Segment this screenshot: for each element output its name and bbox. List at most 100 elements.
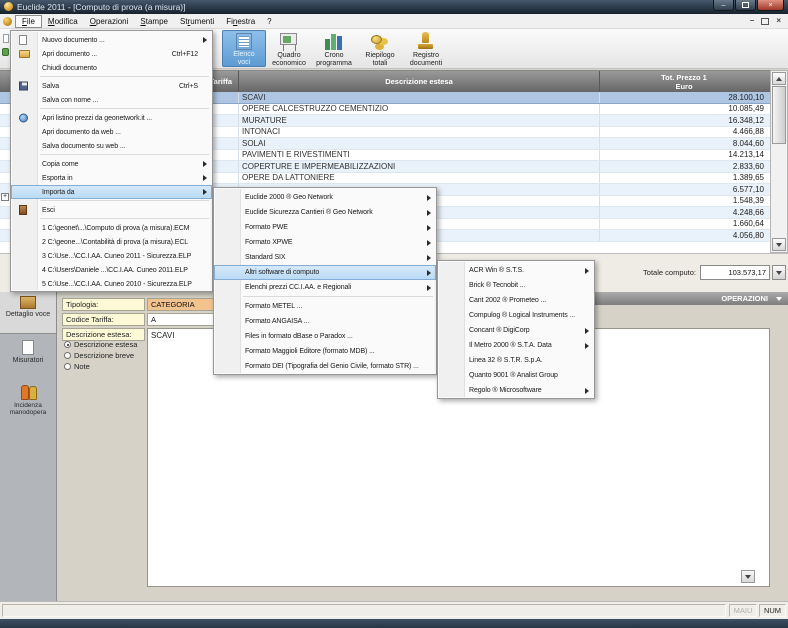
- mdi-minimize-icon[interactable]: –: [750, 16, 754, 26]
- menu-item-apri-documento-web[interactable]: Apri documento da web ...: [11, 125, 212, 139]
- menu-item-recent-file-5[interactable]: 5 C:\Use...\CC.I.AA. Cuneo 2010 - Sicure…: [11, 277, 212, 291]
- menu-separator: [40, 76, 209, 77]
- menu-item-brick[interactable]: Brick ® Tecnobit ...: [438, 278, 594, 293]
- menu-item-regolo[interactable]: Regolo ® Microsoftware: [438, 383, 594, 398]
- status-num-indicator: NUM: [759, 604, 786, 617]
- submenu-arrow-icon: [427, 195, 431, 201]
- menu-item-label: 2 C:\geone...\Contabilità di prova (a mi…: [42, 239, 188, 246]
- menu-separator: [40, 108, 209, 109]
- menu-item-il-metro-2000[interactable]: Il Metro 2000 ® S.T.A. Data: [438, 338, 594, 353]
- menubar-finestra[interactable]: Finestra: [220, 15, 261, 28]
- mdi-restore-icon[interactable]: [761, 18, 769, 25]
- sidebar-item-incidenza-manodopera[interactable]: Incidenza manodopera: [0, 384, 56, 416]
- sidebar-item-dettaglio-voce[interactable]: Dettaglio voce: [0, 292, 56, 334]
- menu-item-concant[interactable]: Concant ® DigiCorp: [438, 323, 594, 338]
- menu-item-nuovo-documento[interactable]: Nuovo documento ...: [11, 33, 212, 47]
- menu-item-formato-dei[interactable]: Formato DEI (Tipografia del Genio Civile…: [214, 359, 436, 374]
- menu-item-euclide-2000[interactable]: Euclide 2000 ® Geo Network: [214, 190, 436, 205]
- menu-item-formato-pwe[interactable]: Formato PWE: [214, 220, 436, 235]
- column-header-descrizione[interactable]: Descrizione estesa: [239, 71, 600, 92]
- menu-item-altri-software-di-computo[interactable]: Altri software di computo: [214, 265, 436, 280]
- menubar-help[interactable]: ?: [261, 15, 277, 28]
- menu-item-euclide-sicurezza-cantieri[interactable]: Euclide Sicurezza Cantieri ® Geo Network: [214, 205, 436, 220]
- totale-computo-label: Totale computo:: [643, 268, 696, 277]
- menu-item-salva-con-nome[interactable]: Salva con nome ...: [11, 93, 212, 107]
- menu-item-importa-da[interactable]: Importa da: [11, 185, 212, 199]
- save-disk-icon: [19, 82, 28, 91]
- tipologia-label: Tipologia:: [62, 298, 145, 311]
- menu-item-label: Salva con nome ...: [42, 97, 98, 104]
- close-button[interactable]: ×: [757, 0, 784, 11]
- menu-item-recent-file-3[interactable]: 3 C:\Use...\CC.I.AA. Cuneo 2011 - Sicure…: [11, 249, 212, 263]
- scroll-down-button[interactable]: [772, 238, 786, 251]
- tree-expander-icon[interactable]: [1, 193, 9, 201]
- minimize-button[interactable]: –: [713, 0, 734, 11]
- menu-item-acr-win[interactable]: ACR Win ® S.T.S.: [438, 263, 594, 278]
- menubar-stampe[interactable]: Stampe: [134, 15, 174, 28]
- mdi-close-icon[interactable]: ×: [776, 16, 781, 26]
- toolbar-riepilogo-totali[interactable]: Riepilogo totali: [358, 30, 402, 67]
- menu-item-chiudi-documento[interactable]: Chiudi documento: [11, 61, 212, 75]
- column-header-line: Tot. Prezzo 1: [661, 73, 707, 82]
- menubar-file[interactable]: File: [15, 15, 42, 28]
- menu-item-apri-listino-geonetwork[interactable]: Apri listino prezzi da geonetwork.it ...: [11, 111, 212, 125]
- menu-shortcut: Ctrl+F12: [166, 51, 198, 58]
- scroll-up-button[interactable]: [772, 72, 786, 85]
- menu-item-formato-metel[interactable]: Formato METEL ...: [214, 299, 436, 314]
- toolbar-label: economico: [272, 60, 306, 67]
- textarea-scroll-down-button[interactable]: [741, 570, 755, 583]
- menu-item-esporta-in[interactable]: Esporta in: [11, 171, 212, 185]
- mdi-child-controls: – ×: [750, 16, 781, 26]
- toolbar-label: documenti: [410, 60, 442, 67]
- toolbar-registro-documenti[interactable]: Registro documenti: [404, 30, 448, 67]
- menu-item-formato-maggioli[interactable]: Formato Maggioli Editore (formato MDB) .…: [214, 344, 436, 359]
- easel-chart-icon: [277, 32, 301, 51]
- maximize-button[interactable]: [735, 0, 756, 11]
- toolbar-crono-programma[interactable]: Crono programma: [312, 30, 356, 67]
- menubar-modifica[interactable]: Modifica: [42, 15, 84, 28]
- menubar-strumenti[interactable]: Strumenti: [174, 15, 220, 28]
- menu-item-formato-angaisa[interactable]: Formato ANGAISA ...: [214, 314, 436, 329]
- menu-item-cant-2002[interactable]: Cant 2002 ® Prometeo ...: [438, 293, 594, 308]
- menu-item-recent-file-2[interactable]: 2 C:\geone...\Contabilità di prova (a mi…: [11, 235, 212, 249]
- menu-item-recent-file-1[interactable]: 1 C:\geonet\...\Computo di prova (a misu…: [11, 221, 212, 235]
- menu-item-quanto-9001[interactable]: Quanto 9001 ® Analist Group: [438, 368, 594, 383]
- menu-item-label: Standard SIX: [245, 254, 285, 261]
- table-scrollbar[interactable]: [770, 70, 788, 253]
- menu-item-elenchi-prezzi[interactable]: Elenchi prezzi CC.I.AA. e Regionali: [214, 280, 436, 295]
- menu-item-esci[interactable]: Esci: [11, 203, 212, 217]
- arrow-down-icon: [776, 243, 782, 247]
- radio-note[interactable]: Note: [64, 362, 90, 371]
- menu-item-files-dbase-paradox[interactable]: Files in formato dBase o Paradox ...: [214, 329, 436, 344]
- radio-descrizione-estesa[interactable]: Descrizione estesa: [64, 340, 137, 349]
- column-header-totale[interactable]: Tot. Prezzo 1 Euro: [600, 71, 768, 92]
- menu-item-apri-documento[interactable]: Apri documento ...Ctrl+F12: [11, 47, 212, 61]
- sidebar-item-misuratori[interactable]: Misuratori: [0, 340, 56, 364]
- menu-item-copia-come[interactable]: Copia come: [11, 157, 212, 171]
- menu-item-formato-xpwe[interactable]: Formato XPWE: [214, 235, 436, 250]
- menu-separator: [40, 200, 209, 201]
- title-bar[interactable]: Euclide 2011 - [Computo di prova (a misu…: [0, 0, 788, 14]
- menu-item-label: Formato ANGAISA ...: [245, 318, 309, 325]
- scrollbar-thumb[interactable]: [772, 86, 786, 144]
- descrizione-cell: MURATURE: [239, 115, 600, 126]
- menubar-operazioni[interactable]: Operazioni: [84, 15, 135, 28]
- toolbar-quadro-economico[interactable]: Quadro economico: [267, 30, 311, 67]
- radio-selected-icon: [64, 341, 71, 348]
- radio-descrizione-breve[interactable]: Descrizione breve: [64, 351, 134, 360]
- status-message-cell: [2, 604, 726, 617]
- menu-item-salva-documento-web[interactable]: Salva documento su web ...: [11, 139, 212, 153]
- menu-item-standard-six[interactable]: Standard SIX: [214, 250, 436, 265]
- menu-item-label: ACR Win ® S.T.S.: [469, 267, 524, 274]
- submenu-arrow-icon: [427, 225, 431, 231]
- menu-item-recent-file-4[interactable]: 4 C:\Users\Daniele ...\CC.I.AA. Cuneo 20…: [11, 263, 212, 277]
- menu-item-salva[interactable]: SalvaCtrl+S: [11, 79, 212, 93]
- totale-dropdown-button[interactable]: [772, 265, 786, 280]
- radio-label: Descrizione estesa: [74, 340, 137, 349]
- menu-item-compulog[interactable]: Compulog ® Logical Instruments ...: [438, 308, 594, 323]
- menu-item-label: 3 C:\Use...\CC.I.AA. Cuneo 2011 - Sicure…: [42, 253, 191, 260]
- toolbar-elenco-voci[interactable]: Elenco voci: [222, 30, 266, 67]
- menu-bar: File Modifica Operazioni Stampe Strument…: [0, 14, 788, 29]
- toolbar-label: Registro: [413, 52, 439, 59]
- menu-item-linea-32[interactable]: Linea 32 ® S.T.R. S.p.A.: [438, 353, 594, 368]
